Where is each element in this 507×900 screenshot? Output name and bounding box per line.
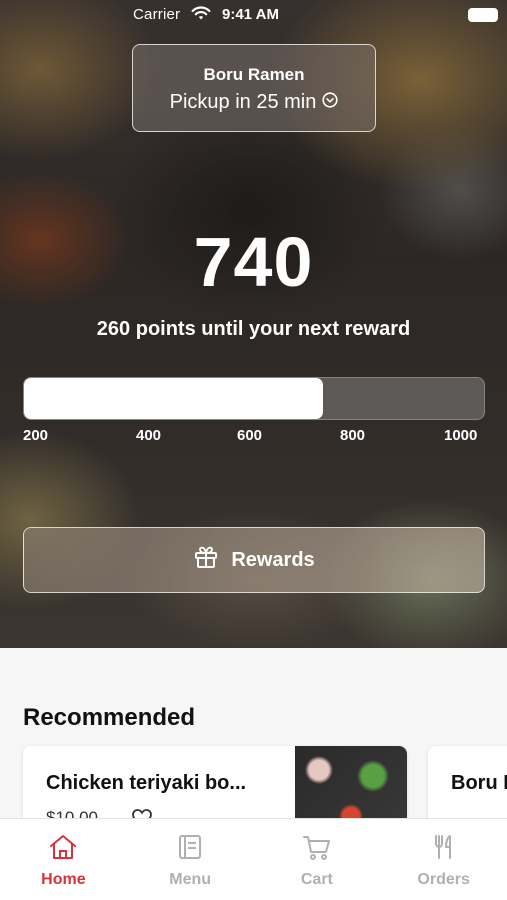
points-progress-fill [24, 378, 323, 419]
tick-label: 200 [23, 427, 49, 444]
tab-label: Cart [300, 871, 333, 888]
points-progress-bar [23, 377, 485, 420]
progress-ticks: 200 400 600 800 1000 [23, 427, 486, 447]
tab-bar: Home Menu Cart Orders [0, 818, 507, 900]
fork-knife-icon [430, 833, 458, 866]
tab-menu[interactable]: Menu [127, 819, 254, 900]
tab-home[interactable]: Home [0, 819, 127, 900]
item-name: Chicken teriyaki bo... [46, 772, 247, 794]
pickup-time: Pickup in 25 min [133, 91, 375, 114]
menu-book-icon [176, 833, 204, 866]
tick-label: 1000 [444, 427, 478, 444]
battery-icon [468, 8, 498, 22]
tick-label: 600 [237, 427, 263, 444]
wifi-icon [191, 6, 211, 25]
tab-orders[interactable]: Orders [380, 819, 507, 900]
carrier-label: Carrier [133, 6, 181, 23]
location-selector[interactable]: Boru Ramen Pickup in 25 min [132, 44, 376, 132]
clock-label: 9:41 AM [222, 6, 279, 23]
points-remaining-text: 260 points until your next reward [96, 318, 411, 340]
tab-label: Menu [169, 871, 212, 888]
section-title-recommended: Recommended [23, 704, 196, 731]
tab-label: Home [41, 871, 86, 888]
rewards-label: Rewards [231, 548, 315, 571]
tab-label: Orders [417, 871, 470, 888]
points-total: 740 [193, 223, 314, 301]
chevron-down-circle-icon [322, 91, 338, 114]
pickup-label: Pickup in 25 min [169, 91, 317, 113]
status-bar: Carrier 9:41 AM [0, 0, 507, 30]
tab-cart[interactable]: Cart [254, 819, 381, 900]
cart-icon [302, 833, 332, 866]
restaurant-name: Boru Ramen [203, 65, 305, 84]
tick-label: 800 [340, 427, 366, 444]
tick-label: 400 [136, 427, 162, 444]
item-name: Boru I [451, 772, 507, 794]
rewards-button[interactable]: Rewards [23, 527, 485, 593]
gift-icon [193, 544, 219, 576]
home-icon [48, 833, 78, 866]
